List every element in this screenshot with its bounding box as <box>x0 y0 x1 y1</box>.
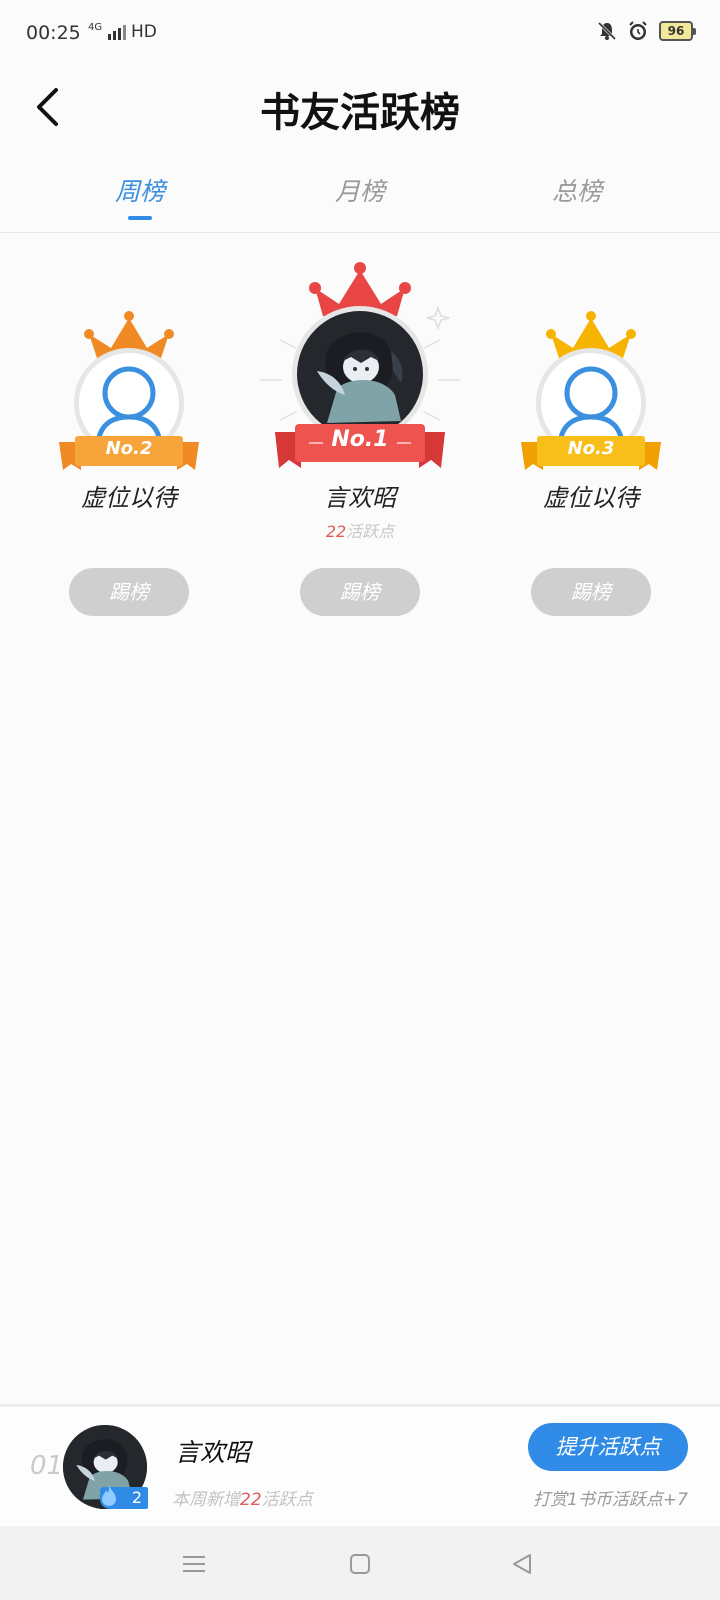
menu-nav-button[interactable] <box>174 1546 214 1582</box>
rank-ribbon: No.1 <box>275 422 445 472</box>
menu-icon <box>183 1556 205 1572</box>
boost-points-button[interactable]: 提升活跃点 <box>528 1423 688 1471</box>
rank-label: No.3 <box>567 438 615 459</box>
signal-type: 4G <box>88 22 103 33</box>
reward-tip: 打赏1书币活跃点+7 <box>533 1490 688 1510</box>
podium-second: No.2 虚位以待 踢榜 <box>29 300 229 620</box>
signal-bars-icon <box>107 25 126 40</box>
back-nav-button[interactable] <box>502 1546 542 1582</box>
battery-level: 96 <box>659 21 693 41</box>
tab-monthly[interactable]: 月榜 <box>290 172 430 208</box>
active-points: 22活跃点 <box>260 518 460 542</box>
status-right: 96 <box>597 20 696 42</box>
rank-label: No.2 <box>105 438 153 459</box>
points-value: 22 <box>325 522 347 541</box>
mute-bell-icon <box>597 21 617 41</box>
header: 书友活跃榜 <box>0 70 720 146</box>
user-name: 虚位以待 <box>81 484 177 512</box>
my-name: 言欢昭 <box>175 1438 251 1467</box>
weekly-suffix: 活跃点 <box>261 1490 313 1510</box>
user-name: 言欢昭 <box>324 484 396 512</box>
podium-third: No.3 虚位以待 踢榜 <box>491 300 691 620</box>
rank-tabs: 周榜 月榜 总榜 <box>0 160 720 233</box>
weekly-points: 22 <box>240 1490 262 1510</box>
home-nav-button[interactable] <box>340 1546 380 1582</box>
rank-label: No.1 <box>331 427 389 452</box>
podium-first: No.1 言欢昭 22活跃点 踢榜 <box>260 260 460 620</box>
status-bar: 00:25 4G HD 96 <box>0 0 720 70</box>
tab-indicator <box>128 216 152 220</box>
kick-button[interactable]: 踢榜 <box>300 568 420 616</box>
signal-indicator: 4G HD <box>88 22 157 42</box>
anime-avatar-image <box>297 311 423 437</box>
triangle-back-icon <box>513 1554 531 1574</box>
flame-icon <box>102 1486 116 1506</box>
weekly-prefix: 本周新增 <box>172 1490 240 1510</box>
tab-total[interactable]: 总榜 <box>507 172 647 208</box>
rank-ribbon: No.2 <box>59 434 199 474</box>
user-name: 虚位以待 <box>543 484 639 512</box>
battery-icon: 96 <box>659 21 696 41</box>
home-square-icon <box>350 1554 370 1574</box>
kick-button[interactable]: 踢榜 <box>69 568 189 616</box>
system-nav-bar <box>0 1526 720 1600</box>
tab-weekly[interactable]: 周榜 <box>70 172 210 208</box>
alarm-icon <box>629 21 647 40</box>
points-suffix: 活跃点 <box>346 522 395 541</box>
rank-ribbon: No.3 <box>521 434 661 474</box>
my-rank-number: 01 <box>30 1451 64 1481</box>
hd-indicator: HD <box>130 22 157 42</box>
my-rank-bar: 01 2 言欢昭 本周新增22活跃点 提升活跃点 打赏1书币活跃点+7 <box>0 1404 720 1529</box>
status-time: 00:25 <box>26 22 81 44</box>
page-title: 书友活跃榜 <box>260 89 460 136</box>
weekly-added: 本周新增22活跃点 <box>172 1485 313 1510</box>
kick-button[interactable]: 踢榜 <box>531 568 651 616</box>
